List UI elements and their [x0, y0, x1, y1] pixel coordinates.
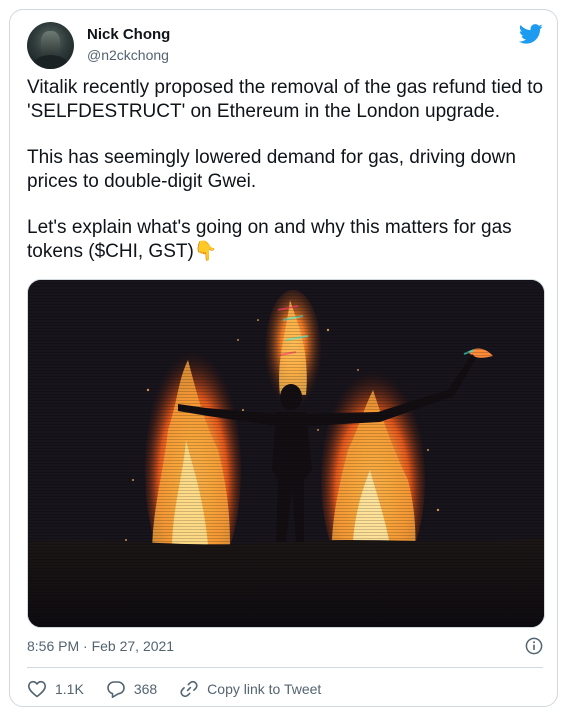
tweet-paragraph-2: This has seemingly lowered demand for ga…	[27, 147, 516, 192]
reply-button[interactable]: 368	[106, 679, 157, 699]
avatar-shoulders	[33, 55, 68, 69]
divider	[27, 667, 543, 668]
tweet-media-image[interactable]	[27, 279, 545, 628]
user-info[interactable]: Nick Chong @n2ckchong	[87, 26, 170, 64]
copy-link-button[interactable]: Copy link to Tweet	[179, 679, 321, 699]
reply-count: 368	[133, 681, 158, 697]
copy-link-label: Copy link to Tweet	[207, 681, 322, 697]
tweet-card: Nick Chong @n2ckchong Vitalik recently p…	[9, 9, 558, 707]
like-count: 1.1K	[55, 681, 84, 697]
tweet-paragraph-3: Let's explain what's going on and why th…	[27, 217, 512, 262]
tweet-timestamp[interactable]: 8:56 PM · Feb 27, 2021	[27, 638, 547, 654]
reply-icon	[107, 681, 125, 698]
author-name[interactable]: Nick Chong	[87, 26, 170, 44]
twitter-bird-icon[interactable]	[518, 24, 543, 44]
link-icon	[180, 680, 198, 698]
tweet-text: Vitalik recently proposed the removal of…	[27, 76, 547, 286]
tweet-actions: 1.1K 368 Copy link to Tweet	[27, 677, 343, 701]
avatar-face	[41, 31, 60, 57]
tweet-paragraph-1: Vitalik recently proposed the removal of…	[27, 77, 544, 122]
author-handle[interactable]: @n2ckchong	[87, 46, 170, 64]
avatar[interactable]	[27, 22, 74, 69]
heart-icon	[28, 680, 46, 698]
like-button[interactable]: 1.1K	[27, 679, 84, 699]
info-icon[interactable]	[525, 637, 543, 655]
